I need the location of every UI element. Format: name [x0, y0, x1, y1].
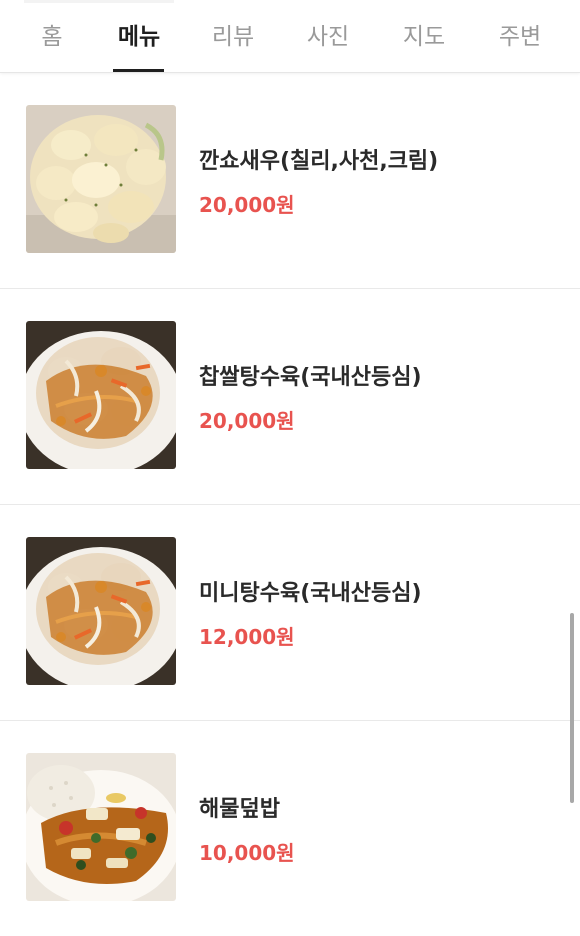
menu-item-price: 20,000원: [199, 193, 295, 217]
tab-menu[interactable]: 메뉴: [110, 20, 168, 54]
sweet-sour-pork-photo: [26, 537, 176, 685]
tab-map[interactable]: 지도: [395, 20, 453, 54]
menu-item-name: 찹쌀탕수육(국내산등심): [199, 365, 422, 390]
sweet-sour-pork-photo: [26, 321, 176, 469]
scrollbar[interactable]: [570, 613, 574, 803]
menu-item-price: 10,000원: [199, 841, 295, 865]
tab-bar: 홈 메뉴 리뷰 사진 지도 주변: [0, 0, 580, 73]
menu-item[interactable]: 해물덮밥 10,000원: [0, 721, 580, 936]
menu-item[interactable]: 찹쌀탕수육(국내산등심) 20,000원: [0, 289, 580, 505]
menu-item-price: 12,000원: [199, 625, 295, 649]
menu-item[interactable]: 깐쇼새우(칠리,사천,크림) 20,000원: [0, 73, 580, 289]
menu-item-name: 미니탕수육(국내산등심): [199, 581, 422, 606]
seafood-rice-photo: [26, 753, 176, 901]
tab-nearby[interactable]: 주변: [491, 20, 549, 54]
tab-home[interactable]: 홈: [32, 20, 72, 54]
cream-shrimp-photo: [26, 105, 176, 253]
menu-item-name: 해물덮밥: [199, 797, 280, 822]
active-tab-indicator: [113, 69, 164, 72]
tab-photos[interactable]: 사진: [299, 20, 357, 54]
tab-reviews[interactable]: 리뷰: [204, 20, 262, 54]
menu-item-name: 깐쇼새우(칠리,사천,크림): [199, 149, 439, 174]
menu-item-price: 20,000원: [199, 409, 295, 433]
menu-list: 깐쇼새우(칠리,사천,크림) 20,000원 찹쌀탕수육(국내산등심) 20,0…: [0, 73, 580, 936]
tab-bar-top-edge: [24, 0, 174, 3]
menu-item[interactable]: 미니탕수육(국내산등심) 12,000원: [0, 505, 580, 721]
